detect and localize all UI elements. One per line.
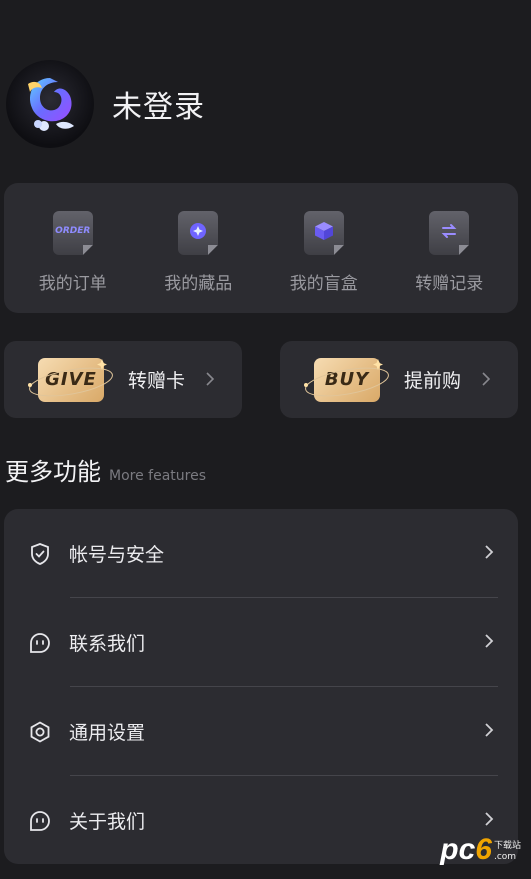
give-ticket-icon: GIVE xyxy=(26,355,116,405)
menu-item-label: 通用设置 xyxy=(69,722,146,744)
chevron-right-icon xyxy=(484,633,494,653)
section-title: 更多功能 xyxy=(5,458,101,486)
section-subtitle: More features xyxy=(109,468,206,484)
watermark-bottom: .com xyxy=(493,852,517,862)
chevron-right-icon xyxy=(484,722,494,742)
menu-item-account-security[interactable]: 帐号与安全 xyxy=(28,509,498,598)
more-features-heading: 更多功能 More features xyxy=(5,452,206,487)
give-card-label: 转赠卡 xyxy=(128,370,186,392)
quick-actions-card: ORDER 我的订单 我的藏品 我的盲盒 转赠记录 xyxy=(4,183,518,313)
transfer-records-button[interactable]: 转赠记录 xyxy=(394,183,504,313)
quick-action-label: 我的藏品 xyxy=(164,274,233,294)
menu-item-contact-us[interactable]: 联系我们 xyxy=(28,598,498,687)
collection-icon xyxy=(178,211,219,255)
more-features-list: 帐号与安全 联系我们 通用设置 关于我们 xyxy=(4,509,518,864)
watermark-logo: pc 6 下载站 .com xyxy=(440,833,521,867)
chevron-right-icon xyxy=(481,368,491,392)
blind-box-icon xyxy=(303,211,344,255)
settings-hexagon-icon xyxy=(28,720,52,744)
avatar[interactable] xyxy=(6,60,94,148)
my-collections-button[interactable]: 我的藏品 xyxy=(143,183,253,313)
watermark-pc: pc xyxy=(440,833,476,866)
watermark-small-text: 下载站 .com xyxy=(494,841,521,863)
pre-purchase-label: 提前购 xyxy=(404,370,462,392)
chevron-right-icon xyxy=(205,368,215,392)
app-logo-icon xyxy=(28,78,74,131)
my-orders-button[interactable]: ORDER 我的订单 xyxy=(18,183,128,313)
menu-item-label: 帐号与安全 xyxy=(69,544,165,566)
pre-purchase-button[interactable]: BUY 提前购 xyxy=(280,341,518,418)
menu-item-about-us[interactable]: 关于我们 xyxy=(28,776,494,865)
watermark-top: 下载站 xyxy=(493,841,521,851)
transfer-record-icon xyxy=(429,211,470,255)
menu-item-label: 关于我们 xyxy=(69,811,146,833)
give-card-button[interactable]: GIVE 转赠卡 xyxy=(4,341,242,418)
menu-item-general-settings[interactable]: 通用设置 xyxy=(28,687,498,776)
about-icon xyxy=(28,809,52,833)
quick-action-label: 我的订单 xyxy=(38,274,107,294)
quick-action-label: 我的盲盒 xyxy=(289,274,358,294)
chevron-right-icon xyxy=(484,544,494,564)
menu-item-label: 联系我们 xyxy=(69,633,146,655)
watermark-six: 6 xyxy=(475,833,492,866)
contact-icon xyxy=(28,631,52,655)
buy-ticket-icon: BUY xyxy=(302,355,392,405)
my-blind-boxes-button[interactable]: 我的盲盒 xyxy=(269,183,379,313)
order-icon: ORDER xyxy=(52,211,93,255)
quick-action-label: 转赠记录 xyxy=(415,274,484,294)
shield-check-icon xyxy=(28,542,52,566)
profile-header[interactable]: 未登录 xyxy=(6,60,205,148)
username-label[interactable]: 未登录 xyxy=(112,82,205,126)
chevron-right-icon xyxy=(484,811,494,831)
